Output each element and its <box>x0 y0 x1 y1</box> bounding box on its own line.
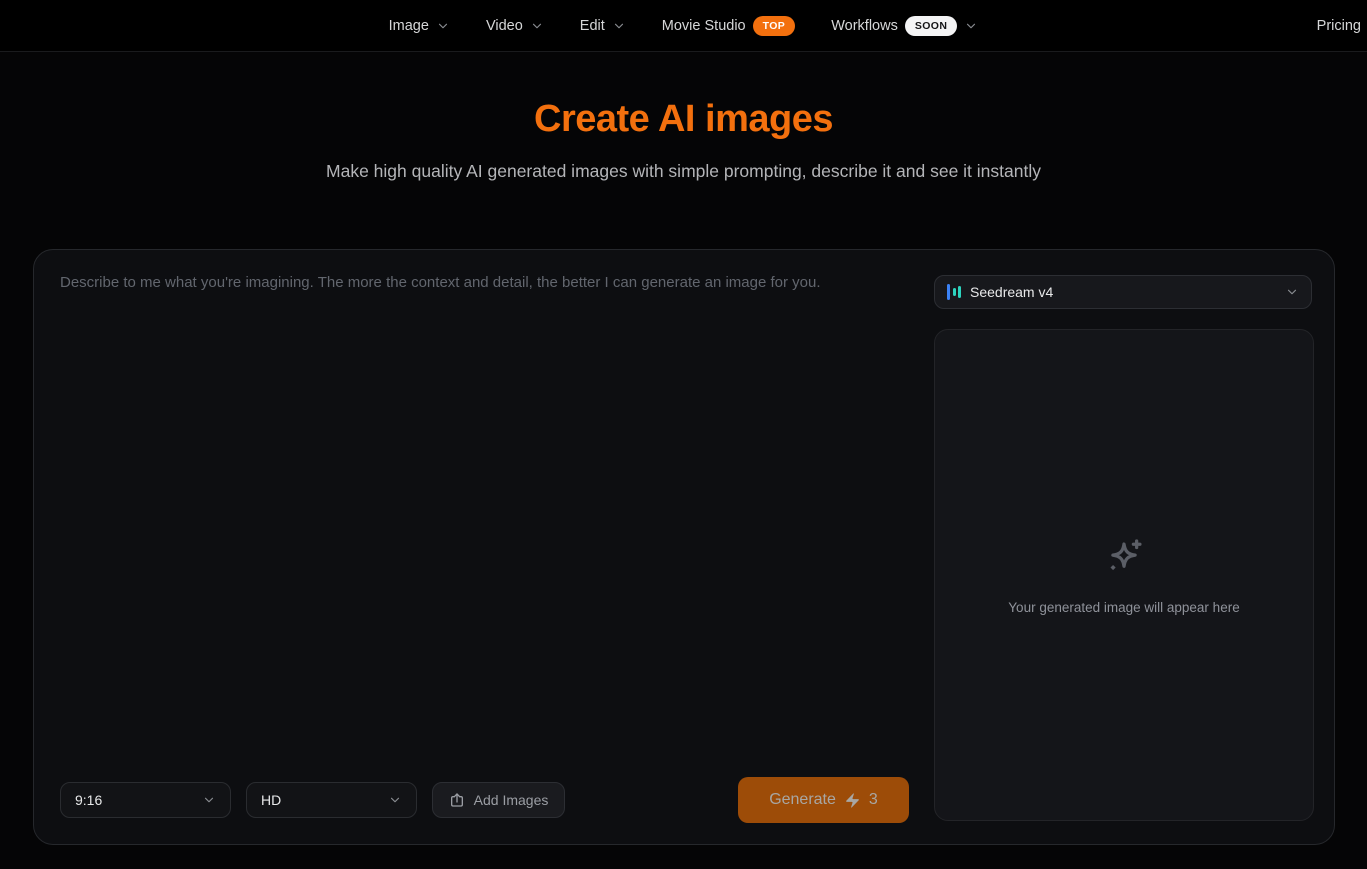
preview-empty-message: Your generated image will appear here <box>1008 600 1239 615</box>
nav-item-label: Workflows <box>831 18 898 34</box>
nav-item-label: Movie Studio <box>662 18 746 34</box>
generate-label: Generate <box>769 791 836 809</box>
nav-item-label: Image <box>389 18 429 34</box>
generate-credits: 3 <box>869 791 878 809</box>
chevron-down-icon <box>202 793 216 807</box>
chevron-down-icon <box>1285 285 1299 299</box>
chevron-down-icon <box>530 19 544 33</box>
nav-item-label: Edit <box>580 18 605 34</box>
soon-badge: SOON <box>905 16 958 36</box>
sparkle-icon <box>1101 536 1147 582</box>
chevron-down-icon <box>964 19 978 33</box>
add-images-button[interactable]: Add Images <box>432 782 565 818</box>
model-select[interactable]: Seedream v4 <box>934 275 1312 309</box>
nav-item-pricing[interactable]: Pricing <box>1317 0 1361 52</box>
nav-item-label: Pricing <box>1317 18 1361 34</box>
chevron-down-icon <box>612 19 626 33</box>
hero-section: Create AI images Make high quality AI ge… <box>0 98 1367 182</box>
nav-item-label: Video <box>486 18 523 34</box>
prompt-input[interactable] <box>60 274 906 764</box>
lightning-bolt-icon <box>844 792 861 809</box>
page-title: Create AI images <box>0 98 1367 141</box>
image-preview-panel: Your generated image will appear here <box>934 329 1314 821</box>
nav-item-workflows[interactable]: Workflows SOON <box>831 16 978 36</box>
nav-item-movie-studio[interactable]: Movie Studio TOP <box>662 16 795 36</box>
top-nav: Image Video Edit Movie Studio TOP Workfl… <box>0 0 1367 52</box>
nav-item-video[interactable]: Video <box>486 18 544 34</box>
nav-item-image[interactable]: Image <box>389 18 450 34</box>
model-bars-icon <box>947 283 961 301</box>
chevron-down-icon <box>436 19 450 33</box>
top-badge: TOP <box>753 16 796 36</box>
aspect-ratio-select[interactable]: 9:16 <box>60 782 231 818</box>
upload-icon <box>449 792 465 808</box>
model-select-value: Seedream v4 <box>970 284 1276 300</box>
generate-button[interactable]: Generate 3 <box>738 777 909 823</box>
composer-card: Seedream v4 Your generated image will ap… <box>33 249 1335 845</box>
quality-select[interactable]: HD <box>246 782 417 818</box>
add-images-label: Add Images <box>474 792 549 808</box>
nav-item-edit[interactable]: Edit <box>580 18 626 34</box>
page-subtitle: Make high quality AI generated images wi… <box>0 161 1367 182</box>
quality-value: HD <box>261 792 388 808</box>
page: Image Video Edit Movie Studio TOP Workfl… <box>0 0 1367 869</box>
chevron-down-icon <box>388 793 402 807</box>
aspect-ratio-value: 9:16 <box>75 792 202 808</box>
